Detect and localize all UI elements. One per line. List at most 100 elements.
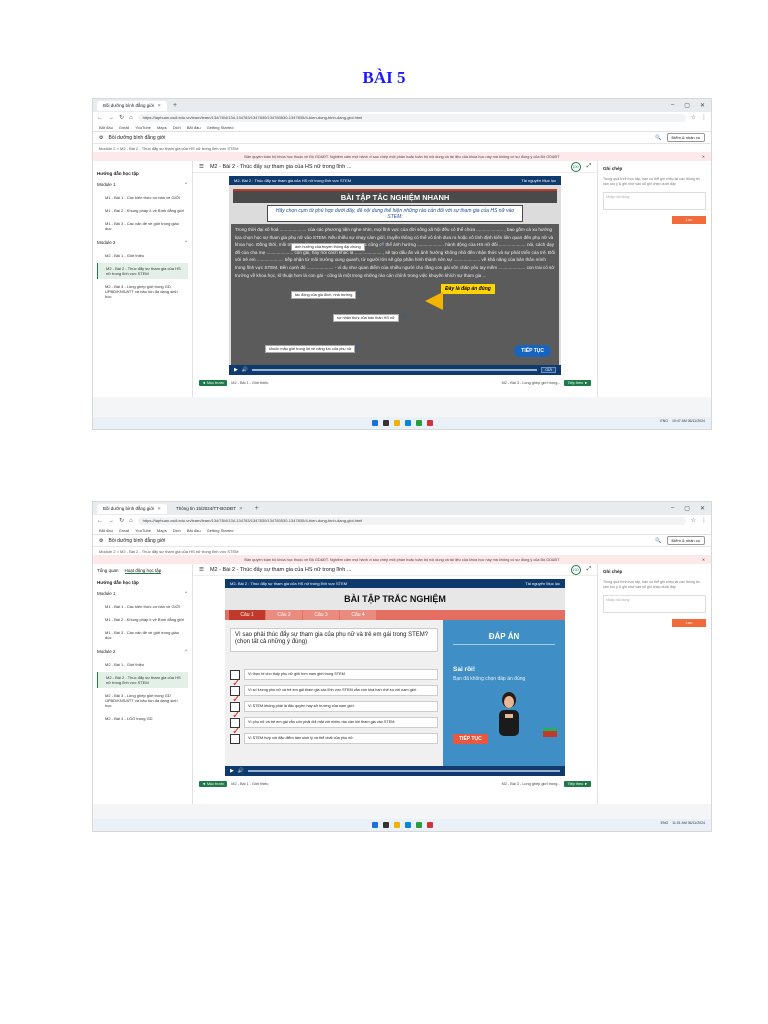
sidebar-item[interactable]: M2 - Bài 1 - Giới thiệu [97, 250, 188, 261]
tab-question-3[interactable]: Câu 3 [303, 610, 339, 620]
seek-bar[interactable] [252, 369, 538, 371]
reload-icon[interactable]: ↻ [119, 517, 124, 524]
checkbox[interactable]: ✓ [230, 726, 240, 744]
answer-option[interactable]: ✓ Vì số lượng phụ nữ và trẻ em gái tham g… [230, 678, 438, 697]
bookmark-item[interactable]: Gmail [119, 125, 129, 130]
language-indicator[interactable]: ENG [661, 821, 669, 825]
module-2-header[interactable]: Module 2 ⌃ [97, 649, 188, 655]
notes-input[interactable]: Nhập nội dung [603, 595, 706, 613]
sidebar-item[interactable]: M1 - Bài 2 - Khung pháp lí về Bình đẳng … [97, 614, 188, 625]
tab-question-1[interactable]: Câu 1 [229, 610, 265, 620]
continue-button[interactable]: TIẾP TỤC [514, 345, 551, 357]
chrome-icon[interactable] [415, 822, 422, 828]
notes-input[interactable]: Nhập nội dung [603, 192, 706, 210]
app-icon[interactable] [426, 420, 433, 426]
close-icon[interactable]: ✕ [239, 506, 243, 512]
close-icon[interactable]: ✕ [157, 103, 161, 109]
answer-option[interactable]: Vì thực tế cho thấy phụ nữ giỏi hơn nam … [230, 668, 438, 681]
answer-chip[interactable]: tác động của gia đình, nhà trường [291, 291, 357, 299]
tab-overview[interactable]: Tổng quan [97, 568, 119, 574]
next-button[interactable]: Tiếp theo ► [564, 380, 591, 386]
minimize-icon[interactable]: – [671, 102, 674, 109]
language-indicator[interactable]: ENG [660, 419, 668, 423]
bookmark-item[interactable]: Dịch [173, 528, 181, 533]
bookmark-item[interactable]: Getting Started [207, 125, 234, 130]
close-window-icon[interactable]: ✕ [700, 102, 705, 109]
search-icon[interactable]: 🔍 [655, 538, 661, 544]
home-icon[interactable]: ⌂ [129, 115, 133, 121]
tab-question-4[interactable]: Câu 4 [340, 610, 376, 620]
new-tab-icon[interactable]: + [252, 505, 262, 512]
bookmark-item[interactable]: Getting Started [207, 528, 234, 533]
forward-icon[interactable]: → [108, 518, 114, 524]
answer-option[interactable]: ✓ Vì STEM không phải là đặc quyền hay sở … [230, 694, 438, 713]
answer-chip[interactable]: sự nhận thức của bản thân HS nữ [333, 314, 399, 322]
app-icon[interactable] [426, 822, 433, 828]
continue-button[interactable]: TIẾP TỤC [453, 734, 488, 744]
sidebar-item-active[interactable]: M2 - Bài 2 - Thúc đẩy sự tham gia của HS… [97, 263, 188, 279]
sidebar-item[interactable]: M2 - Bài 3 - Lồng ghép giới trong GD UPB… [97, 281, 188, 302]
sidebar-item[interactable]: M1 - Bài 1 - Các kiến thức cơ bản về GIỚ… [97, 192, 188, 203]
new-tab-icon[interactable]: + [170, 102, 180, 109]
seek-bar[interactable] [248, 770, 560, 772]
menu-icon[interactable]: ⋮ [701, 517, 707, 524]
search-icon[interactable] [382, 420, 389, 426]
volume-icon[interactable]: 🔊 [242, 367, 248, 373]
chrome-icon[interactable] [415, 420, 422, 426]
play-icon[interactable]: ▶ [230, 768, 234, 774]
reload-icon[interactable]: ↻ [119, 114, 124, 121]
tab-activities[interactable]: Hoạt động học tập [124, 568, 162, 574]
home-icon[interactable]: ⌂ [129, 518, 133, 524]
bookmark-item[interactable]: YouTube [135, 125, 151, 130]
menu-icon[interactable]: ⋮ [701, 114, 707, 121]
volume-icon[interactable]: 🔊 [238, 768, 244, 774]
sidebar-item[interactable]: M1 - Bài 2 - Khung pháp lí về Bình đẳng … [97, 205, 188, 216]
list-icon[interactable]: ☰ [199, 164, 204, 170]
bookmark-item[interactable]: Maps [157, 528, 167, 533]
sidebar-item[interactable]: M1 - Bài 3 - Các vấn đề về giới trong gi… [97, 627, 188, 643]
browser-tab[interactable]: Bồi dưỡng bình đẳng giới ✕ [97, 100, 167, 111]
tab-question-2[interactable]: Câu 2 [266, 610, 302, 620]
bookmark-item[interactable]: YouTube [135, 528, 151, 533]
eval-button[interactable]: Điểm & nhận xu [666, 133, 705, 142]
minimize-icon[interactable]: – [671, 505, 674, 512]
edge-icon[interactable] [404, 420, 411, 426]
close-icon[interactable]: ✕ [157, 506, 161, 512]
sidebar-item-active[interactable]: M2 - Bài 2 - Thúc đẩy sự tham gia của HS… [97, 672, 188, 688]
sidebar-item[interactable]: M2 - Bài 4 - LGG trong GD [97, 713, 188, 724]
browser-tab[interactable]: Bồi dưỡng bình đẳng giới ✕ [97, 503, 167, 514]
close-icon[interactable]: ✕ [702, 154, 705, 159]
sidebar-item[interactable]: M2 - Bài 1 - Giới thiệu [97, 659, 188, 670]
url-input[interactable]: https://taphuan.csdl.edu.vn/learn/learn/… [137, 516, 686, 525]
submit-button[interactable]: GỬI [541, 367, 556, 373]
bookmark-item[interactable]: Gmail [119, 528, 129, 533]
folder-icon[interactable] [393, 822, 400, 828]
back-icon[interactable]: ← [97, 518, 103, 524]
expand-icon[interactable]: ⤢ [587, 566, 591, 573]
player-links[interactable]: Tài nguyên Mục lục [521, 178, 556, 183]
windows-icon[interactable] [371, 822, 378, 828]
bookmark-item[interactable]: Bắt đầu [187, 528, 201, 533]
module-1-header[interactable]: Module 1 ⌃ [97, 591, 188, 597]
bookmark-item[interactable]: Bắt đầu [99, 125, 113, 130]
module-2-header[interactable]: Module 2 ⌃ [97, 240, 188, 246]
browser-tab[interactable]: Thông tin 15/2024/TT-BGDĐT ✕ [169, 503, 249, 514]
save-button[interactable]: Lưu [672, 619, 706, 627]
forward-icon[interactable]: → [108, 115, 114, 121]
sidebar-item[interactable]: M1 - Bài 3 - Các vấn đề về giới trong gi… [97, 218, 188, 234]
next-button[interactable]: Tiếp theo ► [564, 781, 591, 787]
bookmark-item[interactable]: Bắt đầu [99, 528, 113, 533]
answer-chip[interactable]: khuôn mẫu giới trong lời về năng lực của… [265, 345, 356, 353]
eval-button[interactable]: Điểm & nhận xu [666, 536, 705, 545]
edge-icon[interactable] [404, 822, 411, 828]
module-1-header[interactable]: Module 1 ⌃ [97, 182, 188, 188]
back-icon[interactable]: ← [97, 115, 103, 121]
folder-icon[interactable] [393, 420, 400, 426]
bookmark-item[interactable]: Maps [157, 125, 167, 130]
expand-icon[interactable]: ⤢ [587, 163, 591, 170]
player-links[interactable]: Tài nguyên Mục lục [525, 581, 560, 586]
save-button[interactable]: Lưu [672, 216, 706, 224]
star-icon[interactable]: ☆ [691, 114, 696, 121]
prev-button[interactable]: ◄ Mục trước [199, 781, 228, 787]
prev-button[interactable]: ◄ Mục trước [199, 380, 228, 386]
